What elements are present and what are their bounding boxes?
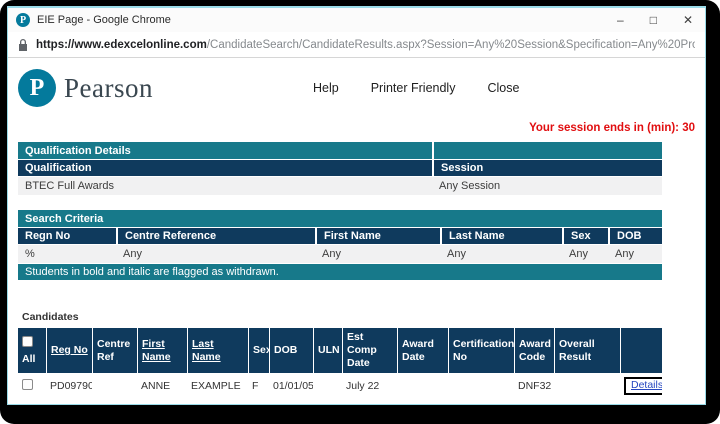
details-highlight-box: Details [624,377,662,395]
nav-close-link[interactable]: Close [487,81,519,95]
uln-cell [313,373,342,399]
centre-reference-column-header: Centre Reference [116,227,315,244]
first-name-column-header[interactable]: First Name [137,327,187,373]
address-bar[interactable]: https://www.edexcelonline.com/CandidateS… [8,32,705,58]
search-criteria-section-title: Search Criteria [18,210,662,227]
est-comp-date-column-header: Est Comp Date [342,327,397,373]
details-column-header [620,327,662,373]
sex-cell: F [248,373,269,399]
details-cell: Details [620,373,662,399]
nav-printer-friendly-link[interactable]: Printer Friendly [371,81,456,95]
reg-no-column-header[interactable]: Reg No [46,327,92,373]
page-content: P Pearson Help Printer Friendly Close Yo… [8,58,705,405]
pearson-wordmark: Pearson [64,73,153,104]
centre-reference-criteria-value: Any [116,244,315,263]
overall-result-cell [554,373,620,399]
qualification-details-table: Qualification Details Qualification Sess… [18,142,662,195]
sex-column-header: Sex [248,327,269,373]
top-nav: Help Printer Friendly Close [313,81,519,95]
url-domain: https://www.edexcelonline.com [36,39,207,51]
last-name-column-header: Last Name [440,227,562,244]
page-header: P Pearson Help Printer Friendly Close [18,64,695,112]
url-path: /CandidateSearch/CandidateResults.aspx?S… [207,39,695,51]
certification-no-cell [448,373,514,399]
award-date-cell [397,373,448,399]
close-icon[interactable]: ✕ [683,14,693,26]
regn-no-column-header: Regn No [18,227,116,244]
award-code-cell: DNF32 [514,373,554,399]
award-code-column-header: Award Code [514,327,554,373]
browser-window: P EIE Page - Google Chrome – □ ✕ https:/… [7,6,706,405]
reg-no-cell: PD09790 [46,373,92,399]
pearson-favicon-icon: P [16,13,30,27]
session-column-header: Session [432,159,662,176]
first-name-column-header: First Name [315,227,440,244]
qualification-details-section-title: Qualification Details [18,142,432,159]
select-all-checkbox[interactable] [22,336,33,347]
centre-ref-column-header: Centre Ref [92,327,137,373]
session-value: Any Session [432,176,662,195]
row-checkbox[interactable] [22,379,33,390]
est-comp-date-cell: July 22 [342,373,397,399]
sex-criteria-value: Any [562,244,608,263]
candidates-section-title: Candidates [18,307,662,327]
last-name-cell: EXAMPLE [187,373,248,399]
select-all-header: All [18,327,46,373]
qualification-details-section-spacer [432,142,662,159]
session-timeout-notice: Your session ends in (min): 30 [18,122,695,134]
regn-no-criteria-value: % [18,244,116,263]
pearson-logo-icon: P [18,69,56,107]
maximize-icon[interactable]: □ [650,14,657,26]
details-link[interactable]: Details [631,379,662,391]
candidate-row: PD09790 ANNE EXAMPLE F 01/01/05 July 22 … [18,373,662,399]
first-name-cell: ANNE [137,373,187,399]
dob-column-header: DOB [269,327,313,373]
minimize-icon[interactable]: – [617,14,624,26]
award-date-column-header: Award Date [397,327,448,373]
title-bar: P EIE Page - Google Chrome – □ ✕ [8,8,705,32]
dob-cell: 01/01/05 [269,373,313,399]
dob-criteria-value: Any [608,244,662,263]
nav-help-link[interactable]: Help [313,81,339,95]
url-text[interactable]: https://www.edexcelonline.com/CandidateS… [36,39,695,51]
window-title: EIE Page - Google Chrome [37,14,617,26]
select-all-label: All [22,353,35,365]
lock-icon [18,39,28,51]
overall-result-column-header: Overall Result [554,327,620,373]
screenshot-frame: P EIE Page - Google Chrome – □ ✕ https:/… [0,0,720,424]
certification-no-column-header: Certification No [448,327,514,373]
last-name-column-header[interactable]: Last Name [187,327,248,373]
search-criteria-table: Search Criteria Regn No Centre Reference… [18,210,662,280]
candidates-table: Candidates All Reg No Centre Ref First N… [18,307,662,399]
qualification-column-header: Qualification [18,159,432,176]
centre-ref-cell [92,373,137,399]
withdrawn-note: Students in bold and italic are flagged … [18,263,662,280]
uln-column-header: ULN [313,327,342,373]
last-name-criteria-value: Any [440,244,562,263]
sex-column-header: Sex [562,227,608,244]
first-name-criteria-value: Any [315,244,440,263]
qualification-value: BTEC Full Awards [18,176,432,195]
dob-column-header: DOB [608,227,662,244]
row-select-cell [18,373,46,399]
